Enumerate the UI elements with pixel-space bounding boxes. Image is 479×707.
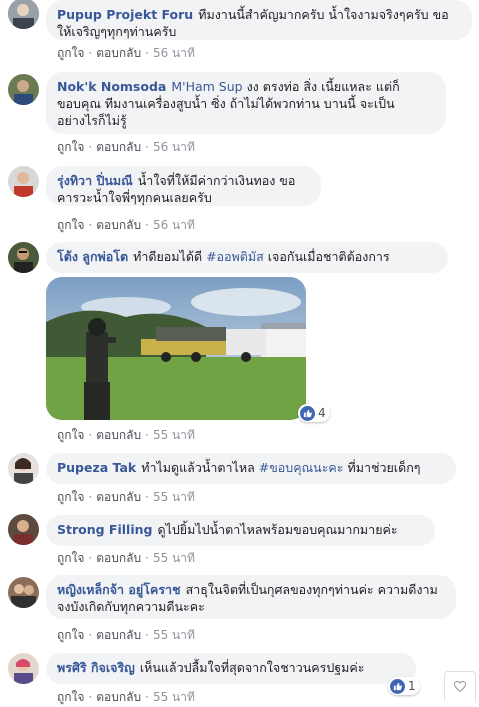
reaction-number: 4 bbox=[318, 406, 326, 420]
like-reaction-icon bbox=[300, 405, 315, 421]
timestamp[interactable]: 55 นาที bbox=[153, 490, 195, 504]
timestamp[interactable]: 55 นาที bbox=[153, 628, 195, 642]
timestamp[interactable]: 55 นาที bbox=[153, 428, 195, 442]
avatar-image bbox=[8, 166, 39, 197]
heart-icon bbox=[454, 681, 466, 692]
comment-actions: ถูกใจ · ตอบกลับ · 55 นาที bbox=[57, 426, 195, 445]
timestamp[interactable]: 56 นาที bbox=[153, 218, 195, 232]
photo-image bbox=[46, 277, 306, 420]
comment-bubble: พรศิริ กิจเจริญ เห็นแล้วปลื้มใจที่สุดจากใ… bbox=[46, 653, 416, 684]
comment-actions: ถูกใจ · ตอบกลับ · 55 นาที bbox=[57, 549, 195, 568]
comment-text: ทำไมดูแล้วน้ำตาไหล bbox=[141, 460, 255, 475]
hashtag-link[interactable]: #ออพติมัส bbox=[206, 249, 264, 264]
comment-actions: ถูกใจ · ตอบกลับ · 55 นาที bbox=[57, 488, 195, 507]
timestamp[interactable]: 55 นาที bbox=[153, 551, 195, 565]
comment-actions: ถูกใจ · ตอบกลับ · 56 นาที bbox=[57, 138, 195, 157]
avatar-image bbox=[8, 242, 39, 273]
separator-dot: · bbox=[88, 628, 93, 642]
like-link[interactable]: ถูกใจ bbox=[57, 428, 84, 442]
like-link[interactable]: ถูกใจ bbox=[57, 490, 84, 504]
like-reaction-icon bbox=[390, 678, 405, 694]
like-link[interactable]: ถูกใจ bbox=[57, 551, 84, 565]
reaction-count[interactable]: 1 bbox=[388, 677, 420, 695]
comment-text: ที่มาช่วยเด็กๆ bbox=[347, 460, 421, 475]
comment-bubble: Strong Filling ดูไปยิ้มไปน้ำตาไหลพร้อมขอบ… bbox=[46, 515, 435, 546]
comment-bubble: รุ่งทิวา ปิ่นมณี น้ำใจที่ให้มีค่ากว่าเงิน… bbox=[46, 166, 321, 206]
separator-dot: · bbox=[145, 46, 149, 60]
separator-dot: · bbox=[145, 140, 149, 154]
avatar-image bbox=[8, 453, 39, 484]
separator-dot: · bbox=[145, 490, 149, 504]
timestamp[interactable]: 56 นาที bbox=[153, 140, 195, 154]
separator-dot: · bbox=[145, 690, 149, 704]
like-link[interactable]: ถูกใจ bbox=[57, 628, 84, 642]
comment-author[interactable]: หญิงเหล็กจ้า อยู่โคราช bbox=[57, 582, 181, 597]
separator-dot: · bbox=[145, 428, 149, 442]
separator-dot: · bbox=[88, 690, 93, 704]
heart-button[interactable] bbox=[444, 671, 476, 701]
avatar[interactable] bbox=[8, 74, 39, 105]
avatar-image bbox=[8, 0, 39, 29]
avatar-image bbox=[8, 514, 39, 545]
comment-actions: ถูกใจ · ตอบกลับ · 55 นาที bbox=[57, 626, 195, 645]
like-link[interactable]: ถูกใจ bbox=[57, 690, 84, 704]
comment-bubble: Pupup Projekt Foru ทีมงานนี้สำคัญมากครับ … bbox=[46, 0, 472, 40]
comment-text: เจอกันเมื่อชาติต้องการ bbox=[267, 249, 390, 264]
hashtag-link[interactable]: #ขอบคุณนะคะ bbox=[259, 460, 344, 475]
comment-bubble: โต้ง ลูกพ่อโต ทำดียอมได้ดี #ออพติมัส เจอก… bbox=[46, 242, 448, 273]
separator-dot: · bbox=[145, 218, 149, 232]
avatar[interactable] bbox=[8, 453, 39, 484]
reply-link[interactable]: ตอบกลับ bbox=[96, 218, 141, 232]
avatar[interactable] bbox=[8, 0, 39, 29]
separator-dot: · bbox=[88, 140, 93, 154]
reply-link[interactable]: ตอบกลับ bbox=[96, 690, 141, 704]
avatar[interactable] bbox=[8, 166, 39, 197]
comment-bubble: Pupeza Tak ทำไมดูแล้วน้ำตาไหล #ขอบคุณนะคะ… bbox=[46, 453, 456, 484]
comment-actions: ถูกใจ · ตอบกลับ · 55 นาที bbox=[57, 688, 195, 707]
like-link[interactable]: ถูกใจ bbox=[57, 140, 84, 154]
timestamp[interactable]: 56 นาที bbox=[153, 46, 195, 60]
avatar[interactable] bbox=[8, 242, 39, 273]
comment-author[interactable]: Strong Filling bbox=[57, 522, 152, 537]
comment-author[interactable]: Pupup Projekt Foru bbox=[57, 7, 193, 22]
like-link[interactable]: ถูกใจ bbox=[57, 218, 84, 232]
reply-link[interactable]: ตอบกลับ bbox=[96, 46, 141, 60]
like-link[interactable]: ถูกใจ bbox=[57, 46, 84, 60]
reply-link[interactable]: ตอบกลับ bbox=[96, 628, 141, 642]
avatar-image bbox=[8, 653, 39, 684]
comment-bubble: Nok'k Nomsoda M'Ham Sup งง ตรงท่อ สิ่ง เน… bbox=[46, 72, 446, 134]
avatar[interactable] bbox=[8, 653, 39, 684]
reply-link[interactable]: ตอบกลับ bbox=[96, 551, 141, 565]
comment-actions: ถูกใจ · ตอบกลับ · 56 นาที bbox=[57, 216, 195, 235]
separator-dot: · bbox=[88, 490, 93, 504]
avatar[interactable] bbox=[8, 577, 39, 608]
comment-author[interactable]: โต้ง ลูกพ่อโต bbox=[57, 249, 128, 264]
comment-author[interactable]: พรศิริ กิจเจริญ bbox=[57, 660, 135, 675]
avatar-image bbox=[8, 74, 39, 105]
comment-text: ทำดียอมได้ดี bbox=[133, 249, 203, 264]
separator-dot: · bbox=[145, 551, 149, 565]
reaction-number: 1 bbox=[408, 679, 416, 693]
avatar[interactable] bbox=[8, 514, 39, 545]
reply-link[interactable]: ตอบกลับ bbox=[96, 490, 141, 504]
avatar-image bbox=[8, 577, 39, 608]
separator-dot: · bbox=[88, 551, 93, 565]
comment-photo[interactable] bbox=[46, 277, 306, 420]
comment-author[interactable]: Nok'k Nomsoda bbox=[57, 79, 166, 94]
separator-dot: · bbox=[145, 628, 149, 642]
comment-actions: ถูกใจ · ตอบกลับ · 56 นาที bbox=[57, 44, 195, 63]
comment-text: เห็นแล้วปลื้มใจที่สุดจากใจชาวนครปฐมค่ะ bbox=[139, 660, 365, 675]
separator-dot: · bbox=[88, 46, 93, 60]
reply-link[interactable]: ตอบกลับ bbox=[96, 140, 141, 154]
comment-author[interactable]: รุ่งทิวา ปิ่นมณี bbox=[57, 173, 133, 188]
comment-text: ดูไปยิ้มไปน้ำตาไหลพร้อมขอบคุณมากมายค่ะ bbox=[157, 522, 398, 537]
timestamp[interactable]: 55 นาที bbox=[153, 690, 195, 704]
separator-dot: · bbox=[88, 218, 93, 232]
reaction-count[interactable]: 4 bbox=[298, 404, 330, 422]
comment-author[interactable]: Pupeza Tak bbox=[57, 460, 136, 475]
comment-bubble: หญิงเหล็กจ้า อยู่โคราช สาธุในจิตที่เป็นกุ… bbox=[46, 575, 456, 619]
reply-link[interactable]: ตอบกลับ bbox=[96, 428, 141, 442]
mentioned-user[interactable]: M'Ham Sup bbox=[171, 79, 242, 94]
separator-dot: · bbox=[88, 428, 93, 442]
